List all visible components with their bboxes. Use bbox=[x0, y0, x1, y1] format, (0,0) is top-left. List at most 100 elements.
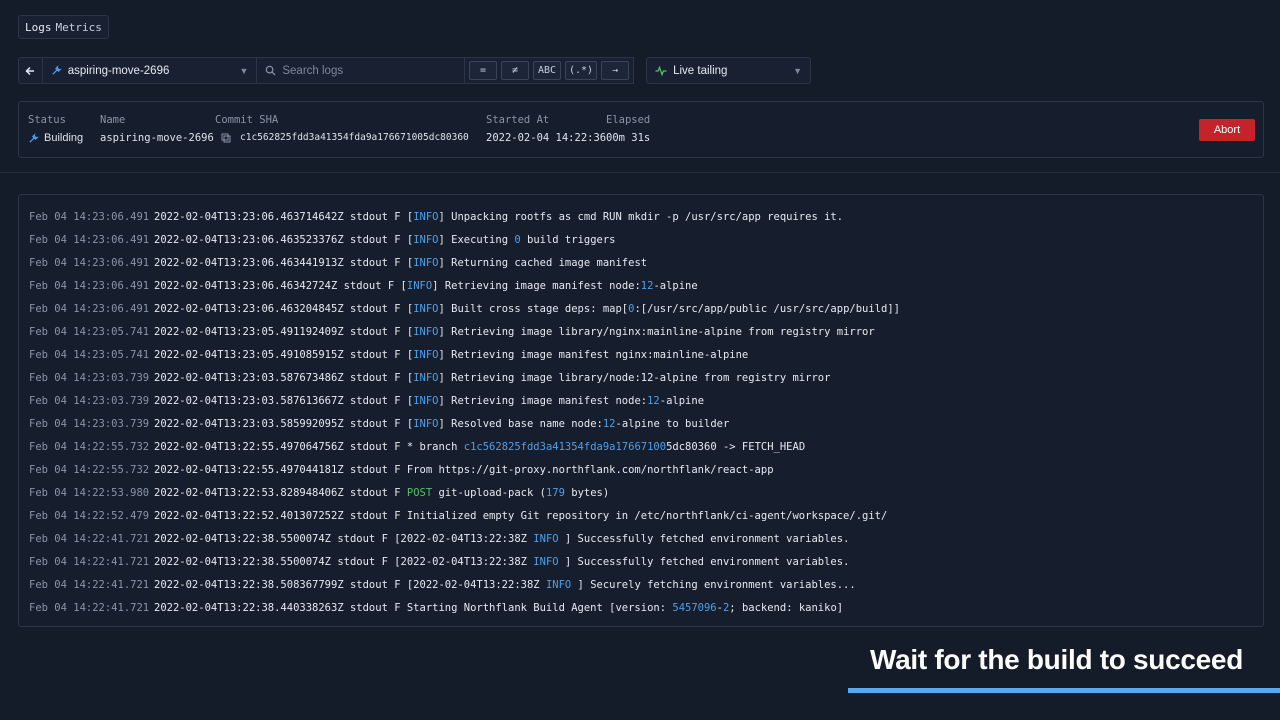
log-message-segment: ] Retrieving image manifest node: bbox=[432, 279, 641, 292]
commit-sha-field: Commit SHA c1c562825fdd3a41354fda9a17667… bbox=[215, 114, 469, 143]
log-message: 2022-02-04T13:23:06.463204845Z stdout F … bbox=[154, 303, 900, 315]
log-toolbar: aspiring-move-2696 ▼ Search logs = ≠ ABC… bbox=[18, 57, 811, 84]
log-message: 2022-02-04T13:22:52.401307252Z stdout F … bbox=[154, 510, 887, 522]
log-message-segment: -alpine bbox=[659, 394, 705, 407]
log-message-segment: 179 bbox=[545, 486, 565, 499]
log-message-segment: ] Successfully fetched environment varia… bbox=[558, 532, 850, 545]
log-message: 2022-02-04T13:22:38.508367799Z stdout F … bbox=[154, 579, 856, 591]
log-timestamp: Feb 04 14:23:06.491 bbox=[29, 233, 150, 246]
abort-button[interactable]: Abort bbox=[1199, 119, 1255, 141]
log-message-segment: INFO bbox=[413, 233, 439, 246]
log-message-segment: 2022-02-04T13:23:06.463714642Z stdout F … bbox=[154, 210, 414, 223]
log-timestamp: Feb 04 14:22:55.732 bbox=[29, 463, 150, 476]
log-row: Feb 04 14:22:53.980 2022-02-04T13:22:53.8… bbox=[29, 481, 1253, 504]
log-message: 2022-02-04T13:22:38.440338263Z stdout F … bbox=[154, 602, 843, 614]
log-row: Feb 04 14:23:03.739 2022-02-04T13:23:03.5… bbox=[29, 412, 1253, 435]
log-message-segment: ] Retrieving image library/nginx:mainlin… bbox=[438, 325, 875, 338]
tab-logs[interactable]: Logs bbox=[25, 21, 52, 34]
log-timestamp: Feb 04 14:23:03.739 bbox=[29, 417, 150, 430]
log-message-segment: ] Successfully fetched environment varia… bbox=[558, 555, 850, 568]
log-message-segment: 2022-02-04T13:23:06.463523376Z stdout F … bbox=[154, 233, 414, 246]
log-row: Feb 04 14:23:05.741 2022-02-04T13:23:05.4… bbox=[29, 343, 1253, 366]
log-message-segment: ] Retrieving image library/node:12-alpin… bbox=[438, 371, 831, 384]
log-row: Feb 04 14:23:05.741 2022-02-04T13:23:05.4… bbox=[29, 320, 1253, 343]
log-row: Feb 04 14:22:52.479 2022-02-04T13:22:52.4… bbox=[29, 504, 1253, 527]
log-message: 2022-02-04T13:23:06.463714642Z stdout F … bbox=[154, 211, 843, 223]
log-row: Feb 04 14:23:06.491 2022-02-04T13:23:06.4… bbox=[29, 251, 1253, 274]
log-message-segment: INFO bbox=[533, 555, 559, 568]
search-input[interactable]: Search logs bbox=[257, 57, 465, 84]
chevron-down-icon: ▼ bbox=[793, 65, 802, 76]
log-message-segment: git-upload-pack ( bbox=[432, 486, 546, 499]
log-message-segment: ] Built cross stage deps: map[ bbox=[438, 302, 629, 315]
live-tailing-label: Live tailing bbox=[673, 64, 728, 77]
search-icon bbox=[266, 65, 276, 76]
name-value: aspiring-move-2696 bbox=[100, 132, 214, 144]
log-timestamp: Feb 04 14:22:55.732 bbox=[29, 440, 150, 453]
log-message: 2022-02-04T13:23:06.463523376Z stdout F … bbox=[154, 234, 616, 246]
log-message-segment: INFO bbox=[413, 371, 439, 384]
log-message-segment: ] Retrieving image manifest nginx:mainli… bbox=[438, 348, 749, 361]
log-message-segment: ] Executing bbox=[438, 233, 515, 246]
status-value-row: Building bbox=[28, 132, 83, 144]
log-message-segment: 2022-02-04T13:23:05.491192409Z stdout F … bbox=[154, 325, 414, 338]
log-timestamp: Feb 04 14:22:41.721 bbox=[29, 601, 150, 614]
section-divider bbox=[0, 172, 1280, 173]
log-timestamp: Feb 04 14:23:03.739 bbox=[29, 394, 150, 407]
log-message-segment: 5457096 bbox=[672, 601, 717, 614]
log-message: 2022-02-04T13:22:55.497044181Z stdout F … bbox=[154, 464, 774, 476]
started-at-value: 2022-02-04 14:22:36 bbox=[486, 132, 607, 144]
status-field: Status Building bbox=[28, 114, 83, 144]
commit-sha-row: c1c562825fdd3a41354fda9a176671005dc80360 bbox=[215, 132, 469, 143]
log-timestamp: Feb 04 14:23:06.491 bbox=[29, 279, 150, 292]
log-panel[interactable]: Feb 04 14:23:06.491 2022-02-04T13:23:06.4… bbox=[18, 194, 1264, 627]
log-message-segment: bytes) bbox=[564, 486, 610, 499]
wrench-icon bbox=[29, 132, 39, 143]
commit-sha-label: Commit SHA bbox=[215, 114, 279, 126]
started-at-field: Started At 2022-02-04 14:22:36 bbox=[486, 114, 606, 144]
log-row: Feb 04 14:23:06.491 2022-02-04T13:23:06.4… bbox=[29, 228, 1253, 251]
chevron-down-icon: ▼ bbox=[239, 65, 249, 76]
regex-toggle[interactable]: (.*) bbox=[564, 61, 598, 80]
case-sensitive-toggle[interactable]: ABC bbox=[532, 61, 561, 80]
log-timestamp: Feb 04 14:23:05.741 bbox=[29, 325, 150, 338]
log-message-segment: 2022-02-04T13:23:06.463441913Z stdout F … bbox=[154, 256, 414, 269]
log-message: 2022-02-04T13:23:06.463441913Z stdout F … bbox=[154, 257, 647, 269]
log-message-segment: 2022-02-04T13:22:38.508367799Z stdout F … bbox=[154, 578, 546, 591]
log-message-segment: INFO bbox=[545, 578, 572, 591]
log-message: 2022-02-04T13:22:38.5500074Z stdout F [2… bbox=[154, 533, 849, 545]
log-message-segment: 2022-02-04T13:22:38.5500074Z stdout F [2… bbox=[154, 555, 534, 568]
log-message-segment: INFO bbox=[413, 256, 439, 269]
log-message-segment: INFO bbox=[533, 532, 559, 545]
status-label: Status bbox=[28, 114, 66, 126]
activity-icon bbox=[655, 65, 667, 76]
log-message: 2022-02-04T13:23:05.491085915Z stdout F … bbox=[154, 349, 748, 361]
log-timestamp: Feb 04 14:22:41.721 bbox=[29, 532, 150, 545]
log-timestamp: Feb 04 14:23:06.491 bbox=[29, 256, 150, 269]
log-timestamp: Feb 04 14:22:52.479 bbox=[29, 509, 150, 522]
equals-toggle[interactable]: = bbox=[468, 61, 497, 80]
name-field: Name aspiring-move-2696 bbox=[100, 114, 214, 144]
log-row: Feb 04 14:23:06.491 2022-02-04T13:23:06.4… bbox=[29, 205, 1253, 228]
log-list: Feb 04 14:23:06.491 2022-02-04T13:23:06.4… bbox=[29, 205, 1253, 619]
pipeline-name: aspiring-move-2696 bbox=[67, 64, 170, 77]
log-timestamp: Feb 04 14:23:05.741 bbox=[29, 348, 150, 361]
arrow-left-icon bbox=[25, 66, 35, 75]
pipeline-select[interactable]: aspiring-move-2696 ▼ bbox=[42, 57, 258, 84]
log-message-segment: 2022-02-04T13:23:06.463204845Z stdout F … bbox=[154, 302, 414, 315]
search-submit-button[interactable]: → bbox=[601, 61, 630, 80]
log-row: Feb 04 14:23:03.739 2022-02-04T13:23:03.5… bbox=[29, 389, 1253, 412]
log-message-segment: build triggers bbox=[520, 233, 616, 246]
back-button[interactable] bbox=[18, 57, 43, 84]
log-message-segment: 2022-02-04T13:23:03.587673486Z stdout F … bbox=[154, 371, 414, 384]
log-message-segment: INFO bbox=[413, 348, 439, 361]
log-message-segment: 2022-02-04T13:23:06.46342724Z stdout F [ bbox=[154, 279, 407, 292]
not-equals-toggle[interactable]: ≠ bbox=[500, 61, 529, 80]
live-tailing-select[interactable]: Live tailing ▼ bbox=[646, 57, 811, 84]
elapsed-label: Elapsed bbox=[606, 114, 651, 126]
log-message: 2022-02-04T13:22:38.5500074Z stdout F [2… bbox=[154, 556, 849, 568]
tab-metrics[interactable]: Metrics bbox=[56, 21, 102, 34]
log-message-segment: ; backend: kaniko] bbox=[729, 601, 844, 614]
log-message-segment: 2022-02-04T13:22:55.497064756Z stdout F … bbox=[154, 440, 464, 453]
copy-icon[interactable] bbox=[221, 133, 231, 143]
